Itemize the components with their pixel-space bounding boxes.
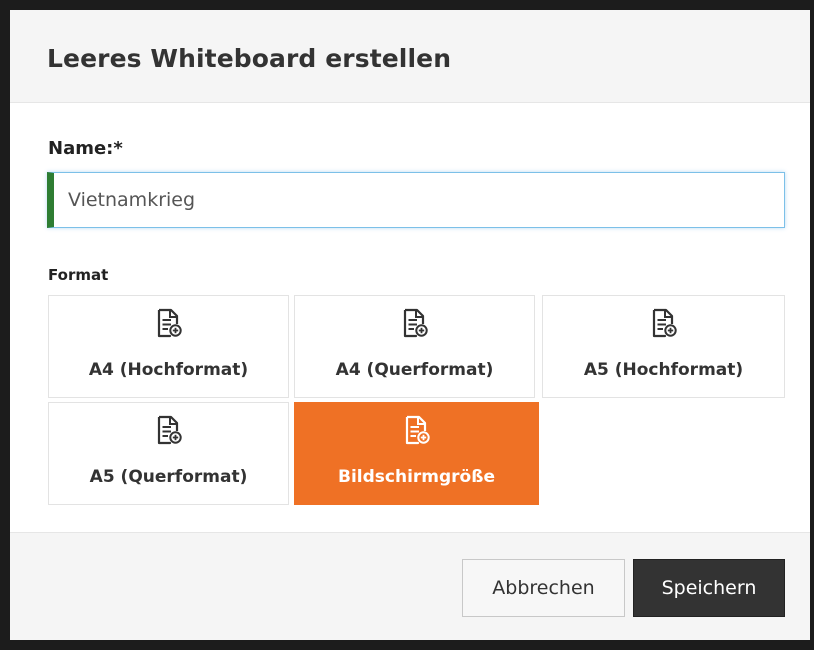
save-button[interactable]: Speichern [633,559,785,617]
dialog-footer: Abbrechen Speichern [10,532,810,640]
format-option-a5-landscape[interactable]: A5 (Querformat) [48,402,289,505]
name-input[interactable] [47,172,785,228]
dialog-header: Leeres Whiteboard erstellen [10,10,810,103]
document-add-icon [405,415,430,445]
format-option-screen-size[interactable]: Bildschirmgröße [294,402,539,505]
name-label: Name:* [48,138,123,159]
dialog-title: Leeres Whiteboard erstellen [47,44,452,73]
format-option-label: A4 (Querformat) [335,360,494,380]
format-option-label: A5 (Hochformat) [583,360,744,380]
create-whiteboard-dialog: Leeres Whiteboard erstellen Name:* Forma… [10,10,810,640]
document-add-icon [157,415,182,445]
format-option-a5-portrait[interactable]: A5 (Hochformat) [542,295,785,398]
format-option-a4-portrait[interactable]: A4 (Hochformat) [48,295,289,398]
format-option-a4-landscape[interactable]: A4 (Querformat) [294,295,535,398]
format-option-label: A5 (Querformat) [89,467,248,487]
document-add-icon [403,308,428,338]
cancel-button[interactable]: Abbrechen [462,559,625,617]
document-add-icon [157,308,182,338]
format-label: Format [48,266,109,284]
format-option-label: Bildschirmgröße [338,467,495,487]
format-option-label: A4 (Hochformat) [88,360,249,380]
document-add-icon [652,308,677,338]
